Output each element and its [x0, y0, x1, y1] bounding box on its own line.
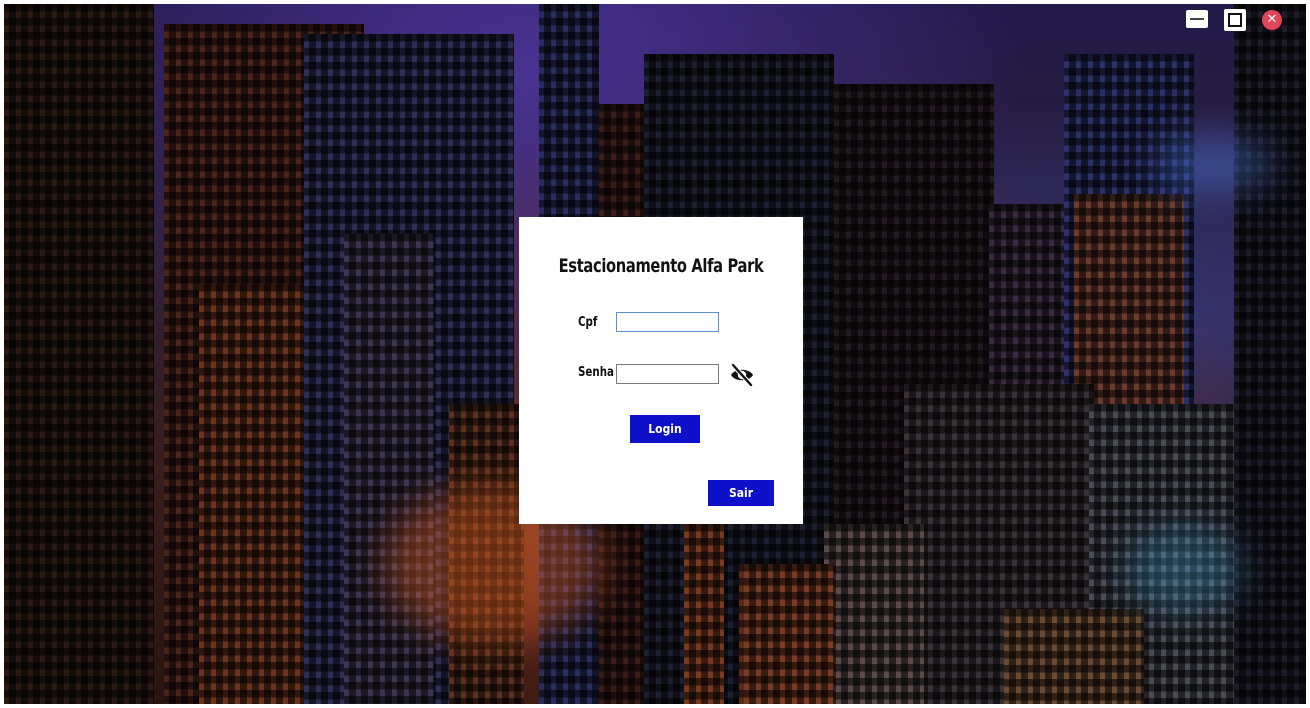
exit-button[interactable]: Sair [708, 480, 774, 506]
cpf-input[interactable] [616, 312, 719, 332]
minimize-icon[interactable] [1186, 10, 1208, 28]
maximize-icon[interactable] [1224, 9, 1246, 31]
login-button[interactable]: Login [630, 415, 700, 443]
page-title: Estacionamento Alfa Park [558, 255, 764, 277]
eye-slash-icon[interactable] [729, 362, 755, 388]
login-card: Estacionamento Alfa Park Cpf Senha Login… [519, 217, 803, 524]
close-icon[interactable]: ✕ [1262, 10, 1282, 30]
cpf-label: Cpf [578, 315, 598, 330]
senha-input[interactable] [616, 364, 719, 384]
senha-label: Senha [578, 365, 614, 380]
